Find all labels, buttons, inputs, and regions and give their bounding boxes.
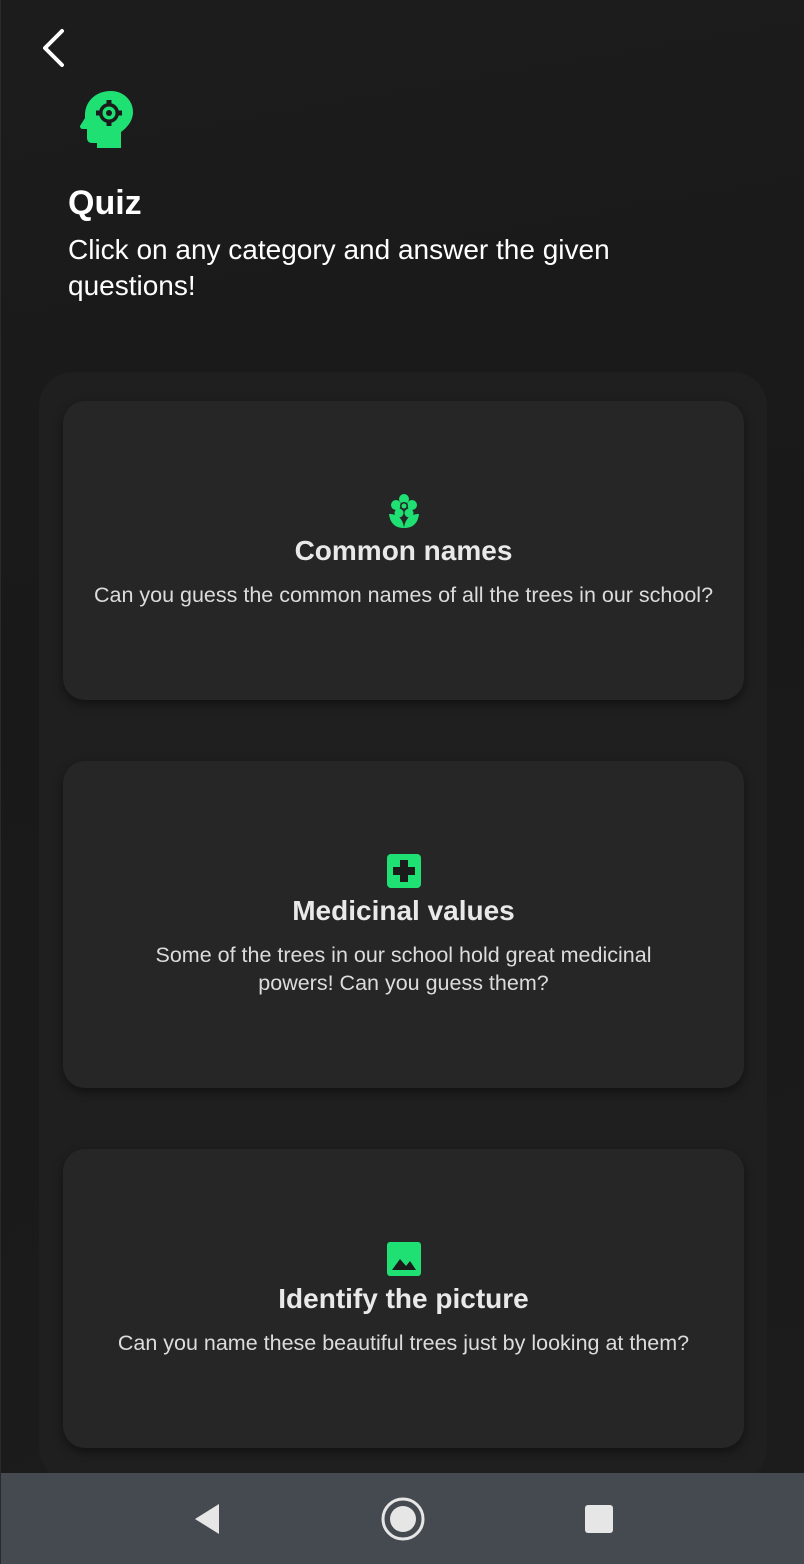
category-description: Can you name these beautiful trees just …	[117, 1330, 690, 1355]
square-recents-icon	[585, 1504, 613, 1533]
quiz-screen: Quiz Click on any category and answer th…	[0, 0, 804, 1564]
chevron-left-icon	[43, 29, 64, 67]
category-description: Some of the trees in our school hold gre…	[155, 942, 652, 995]
page-title: Quiz	[68, 184, 142, 222]
flower-icon	[388, 493, 419, 528]
system-home-button[interactable]	[373, 1489, 433, 1549]
circle-home-icon	[381, 1497, 425, 1540]
system-back-button[interactable]	[177, 1489, 237, 1549]
image-icon	[386, 1241, 421, 1276]
system-navigation-bar	[1, 1473, 804, 1564]
triangle-back-icon	[195, 1503, 219, 1534]
psychology-head-gear-icon	[80, 91, 133, 148]
category-card-medicinal-values[interactable]: Medicinal values Some of the trees in ou…	[63, 761, 744, 1088]
back-button[interactable]	[29, 22, 77, 74]
category-title: Common names	[294, 534, 513, 566]
medical-cross-icon	[386, 853, 421, 888]
category-card-common-names[interactable]: Common names Can you guess the common na…	[63, 401, 744, 700]
page-subtitle: Click on any category and answer the giv…	[68, 234, 610, 301]
category-title: Identify the picture	[278, 1282, 529, 1314]
category-title: Medicinal values	[292, 894, 515, 926]
system-recents-button[interactable]	[569, 1489, 629, 1549]
category-card-identify-picture[interactable]: Identify the picture Can you name these …	[63, 1149, 744, 1448]
category-description: Can you guess the common names of all th…	[93, 582, 714, 607]
